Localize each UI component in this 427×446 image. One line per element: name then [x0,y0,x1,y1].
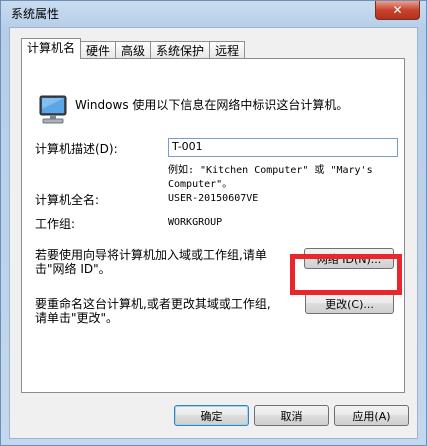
system-properties-window: 系统属性 ✕ 计算机名 硬件 高级 系统保护 远程 Windows 使用以下信息… [0,0,427,446]
computer-icon [39,95,67,124]
full-name-label: 计算机全名: [35,193,100,207]
example-text-line2: Computer"。 [168,179,233,190]
tab-remote[interactable]: 远程 [209,41,246,59]
cancel-button[interactable]: 取消 [254,405,329,426]
tab-strip: 计算机名 硬件 高级 系统保护 远程 [21,38,246,59]
ok-button[interactable]: 确定 [174,405,249,426]
full-name-value: USER-20150607VE [168,193,259,204]
tab-system-protection[interactable]: 系统保护 [150,41,211,59]
tab-panel-computer-name: Windows 使用以下信息在网络中标识这台计算机。 计算机描述(D): T-0… [21,58,405,393]
tab-advanced[interactable]: 高级 [115,41,152,59]
example-text-line1: 例如: "Kitchen Computer" 或 "Mary's [168,165,373,176]
dialog-client-area: 计算机名 硬件 高级 系统保护 远程 Windows 使用以下信息在网络中标识这… [9,27,418,439]
close-icon: ✕ [392,3,403,17]
change-button[interactable]: 更改(C)... [305,293,394,314]
network-id-hint-line2: 击"网络 ID"。 [35,262,111,276]
description-label: 计算机描述(D): [35,142,118,156]
apply-button[interactable]: 应用(A) [334,405,409,426]
window-title: 系统属性 [11,7,60,21]
workgroup-value: WORKGROUP [168,217,223,228]
rename-hint-line2: 请单击"更改"。 [35,311,119,325]
tab-computer-name[interactable]: 计算机名 [21,38,82,59]
workgroup-label: 工作组: [35,217,76,231]
close-button[interactable]: ✕ [375,1,420,20]
tab-hardware[interactable]: 硬件 [80,41,117,59]
computer-description-input[interactable]: T-001 [168,138,398,157]
red-highlight-box [290,254,402,295]
intro-text: Windows 使用以下信息在网络中标识这台计算机。 [75,98,349,112]
